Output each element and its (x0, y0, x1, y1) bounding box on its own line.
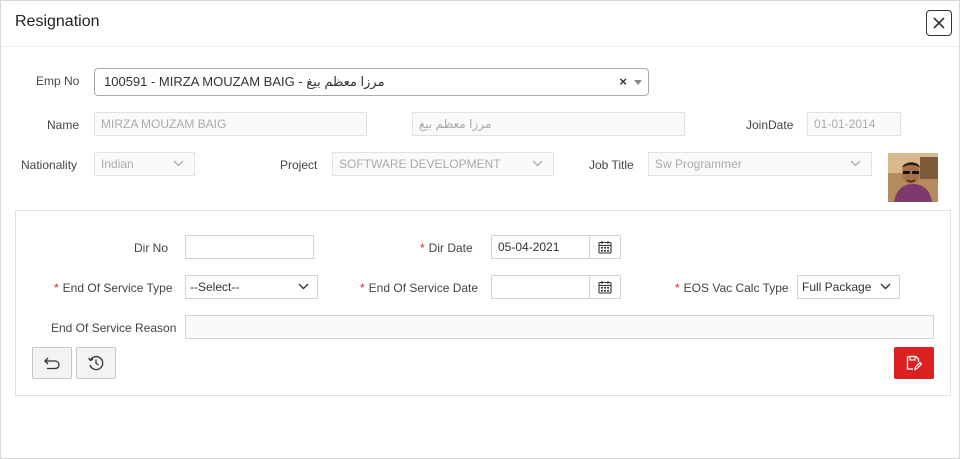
eos-date-calendar-button[interactable] (589, 275, 621, 299)
history-button[interactable] (76, 347, 116, 379)
jobtitle-select: Sw Programmer (648, 152, 872, 176)
dir-date-label-text: Dir Date (428, 241, 473, 255)
dir-no-label: Dir No (134, 241, 169, 255)
name-label: Name (47, 118, 80, 132)
emp-clear-button[interactable]: × (619, 69, 627, 95)
project-label: Project (280, 158, 318, 172)
resignation-form-panel (15, 210, 951, 396)
name-ar-field: مرزا معظم بيغ (412, 112, 685, 136)
eos-date-input[interactable] (491, 275, 590, 299)
required-mark: * (420, 241, 425, 255)
dialog-titlebar: Resignation (1, 1, 959, 47)
required-mark: * (54, 281, 59, 295)
close-button[interactable] (926, 10, 952, 36)
eos-vac-value: Full Package (802, 280, 872, 294)
chevron-down-icon (298, 283, 309, 290)
eos-date-label: * End Of Service Date (360, 281, 478, 295)
undo-icon (44, 357, 60, 370)
calendar-icon (598, 241, 612, 254)
emp-no-label: Emp No (36, 74, 80, 88)
history-icon (87, 355, 104, 371)
dir-date-calendar-button[interactable] (589, 235, 621, 259)
save-edit-icon (906, 355, 922, 371)
emp-no-select[interactable]: 100591 - MIRZA MOUZAM BAIG - مرزا معظم ب… (94, 68, 649, 96)
dir-date-input[interactable]: 05-04-2021 (491, 235, 590, 259)
project-value: SOFTWARE DEVELOPMENT (339, 157, 501, 171)
eos-type-label-text: End Of Service Type (62, 281, 173, 295)
resignation-dialog: Resignation Emp No 100591 - MIRZA MOUZAM… (0, 0, 960, 459)
emp-no-value: 100591 - MIRZA MOUZAM BAIG - مرزا معظم ب… (104, 74, 385, 89)
chevron-down-icon (532, 160, 543, 167)
joindate-label: JoinDate (746, 118, 794, 132)
eos-reason-label: End Of Service Reason (51, 321, 177, 335)
dir-no-input[interactable] (185, 235, 314, 259)
eos-date-label-text: End Of Service Date (368, 281, 479, 295)
joindate-field: 01-01-2014 (807, 112, 901, 136)
project-select: SOFTWARE DEVELOPMENT (332, 152, 554, 176)
save-button[interactable] (894, 347, 934, 379)
eos-vac-select[interactable]: Full Package (797, 275, 900, 299)
dir-date-label: * Dir Date (420, 241, 473, 255)
chevron-down-icon (850, 160, 861, 167)
name-en-field: MIRZA MOUZAM BAIG (94, 112, 367, 136)
nationality-select: Indian (94, 152, 195, 176)
jobtitle-value: Sw Programmer (655, 157, 742, 171)
nationality-value: Indian (101, 157, 134, 171)
nationality-label: Nationality (21, 158, 78, 172)
eos-type-select[interactable]: --Select-- (185, 275, 318, 299)
required-mark: * (360, 281, 365, 295)
eos-type-label: * End Of Service Type (54, 281, 173, 295)
dialog-title: Resignation (15, 13, 100, 30)
calendar-icon (598, 281, 612, 294)
eos-type-value: --Select-- (190, 280, 240, 294)
close-icon (933, 17, 945, 29)
eos-reason-input[interactable] (185, 315, 934, 339)
eos-vac-label: * EOS Vac Calc Type (675, 281, 789, 295)
eos-vac-label-text: EOS Vac Calc Type (683, 281, 789, 295)
jobtitle-label: Job Title (589, 158, 634, 172)
required-mark: * (675, 281, 680, 295)
employee-photo (888, 153, 938, 202)
caret-down-icon (634, 80, 642, 85)
chevron-down-icon (880, 283, 891, 290)
undo-button[interactable] (32, 347, 72, 379)
chevron-down-icon (173, 160, 184, 167)
